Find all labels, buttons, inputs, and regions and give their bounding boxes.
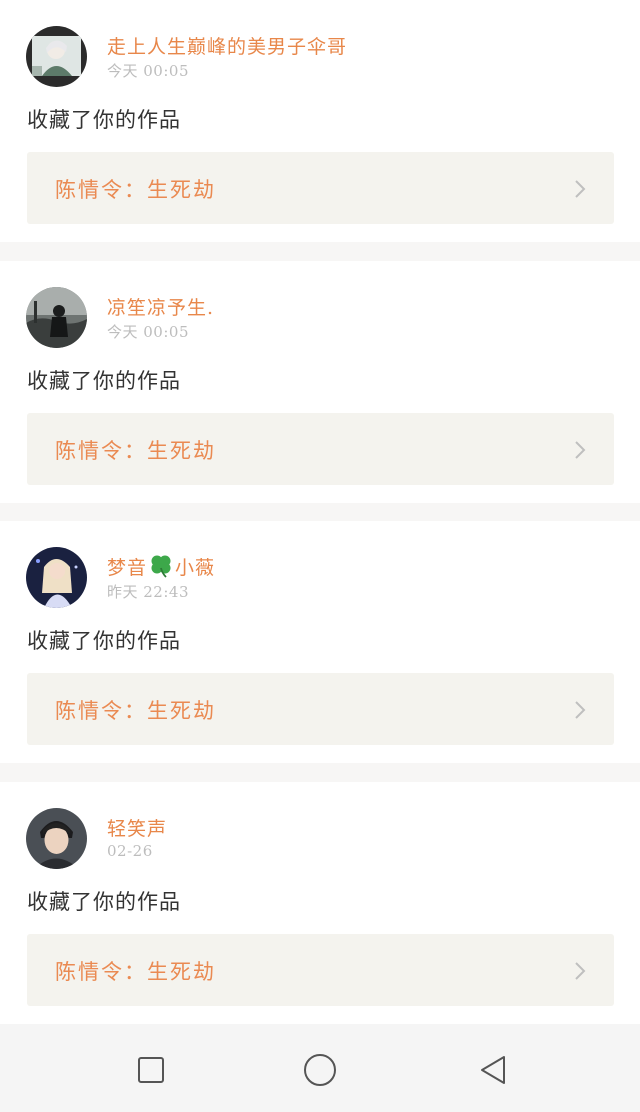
activity-text: 收藏了你的作品 [27, 629, 181, 653]
chevron-right-icon [575, 962, 586, 980]
username[interactable]: 梦音 小薇 [107, 553, 215, 580]
recent-apps-icon [138, 1057, 164, 1083]
username[interactable]: 轻笑声 [107, 814, 167, 841]
username-prefix: 梦音 [107, 557, 148, 579]
work-link[interactable]: 陈情令：生死劫 [27, 413, 614, 485]
notification-card: 轻笑声 02-26 收藏了你的作品 陈情令：生死劫 [0, 782, 640, 1024]
notification-card: 梦音 小薇 昨天 22:43 收藏了你的作品 陈情令：生死劫 [0, 521, 640, 763]
avatar-image [26, 547, 87, 608]
chevron-right-icon [575, 180, 586, 198]
home-button[interactable] [300, 1050, 340, 1090]
work-title: 陈情令：生死劫 [55, 699, 216, 723]
work-title: 陈情令：生死劫 [55, 960, 216, 984]
avatar-image [26, 26, 87, 87]
recent-apps-button[interactable] [131, 1050, 171, 1090]
username[interactable]: 凉笙凉予生. [107, 293, 214, 320]
username-suffix: 小薇 [175, 557, 216, 579]
avatar[interactable] [26, 547, 87, 608]
timestamp: 02-26 [107, 842, 153, 860]
timestamp: 昨天 22:43 [107, 583, 189, 601]
avatar-image [26, 808, 87, 869]
chevron-right-icon [575, 701, 586, 719]
activity-text: 收藏了你的作品 [27, 890, 181, 914]
work-title: 陈情令：生死劫 [55, 178, 216, 202]
avatar[interactable] [26, 287, 87, 348]
system-navigation-bar [0, 1024, 640, 1112]
work-link[interactable]: 陈情令：生死劫 [27, 934, 614, 1006]
home-icon [304, 1054, 336, 1086]
activity-text: 收藏了你的作品 [27, 108, 181, 132]
activity-text: 收藏了你的作品 [27, 369, 181, 393]
back-button[interactable] [473, 1050, 513, 1090]
notification-card: 走上人生巅峰的美男子伞哥 今天 00:05 收藏了你的作品 陈情令：生死劫 [0, 0, 640, 242]
avatar[interactable] [26, 26, 87, 87]
avatar-image [26, 287, 87, 348]
notification-card: 凉笙凉予生. 今天 00:05 收藏了你的作品 陈情令：生死劫 [0, 261, 640, 503]
work-link[interactable]: 陈情令：生死劫 [27, 673, 614, 745]
work-title: 陈情令：生死劫 [55, 439, 216, 463]
timestamp: 今天 00:05 [107, 62, 189, 80]
back-icon [481, 1056, 505, 1084]
username[interactable]: 走上人生巅峰的美男子伞哥 [107, 32, 347, 59]
chevron-right-icon [575, 441, 586, 459]
four-leaf-clover-icon [151, 555, 171, 578]
timestamp: 今天 00:05 [107, 323, 189, 341]
avatar[interactable] [26, 808, 87, 869]
work-link[interactable]: 陈情令：生死劫 [27, 152, 614, 224]
